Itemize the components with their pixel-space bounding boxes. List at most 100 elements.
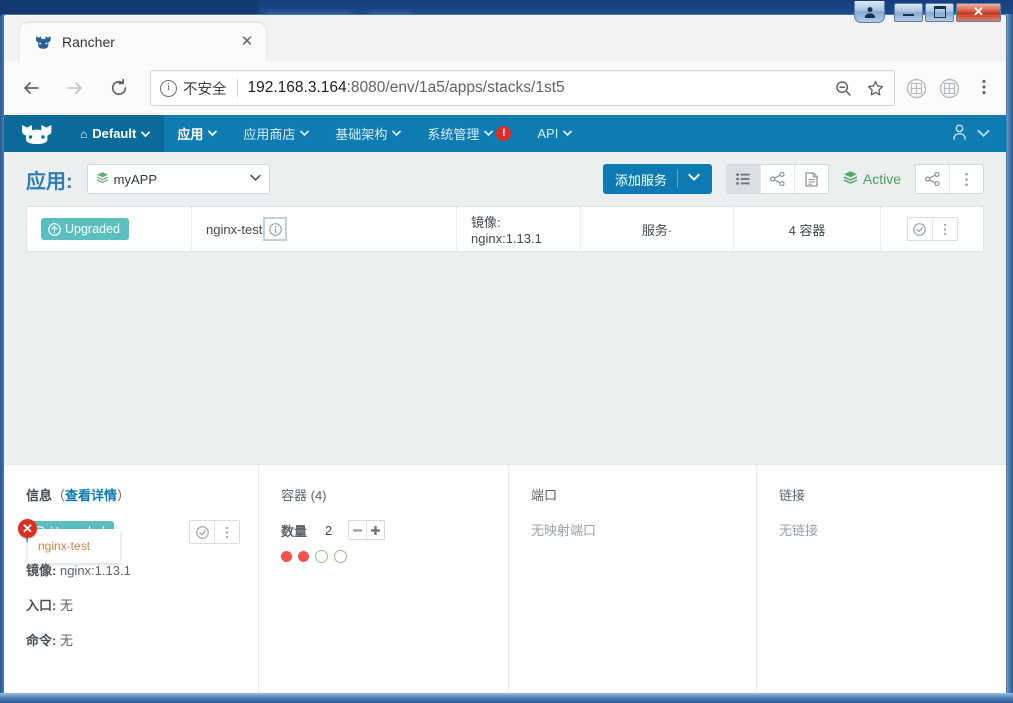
page-header: 应用: myAPP 添加服务 Active (4, 152, 1006, 206)
navbar-spacer (585, 115, 944, 152)
error-tooltip-card: nginx-test (28, 529, 120, 563)
security-status[interactable]: i 不安全 (160, 78, 227, 99)
detail-column-links: 链接 无链接 (757, 465, 1006, 700)
nav-item-catalog[interactable]: 应用商店 (230, 115, 322, 152)
omnibox-divider (236, 79, 238, 97)
detail-links-value: 无链接 (779, 523, 819, 538)
scale-up-button[interactable] (366, 521, 384, 539)
container-health-dots (281, 550, 490, 563)
environment-switcher[interactable]: ⌂ Default (70, 115, 165, 152)
scale-row: 数量 2 (281, 520, 490, 540)
stack-select[interactable]: myAPP (86, 164, 270, 194)
close-circle-icon[interactable]: ✕ (18, 519, 37, 538)
add-service-label: 添加服务 (614, 172, 667, 188)
forward-button[interactable] (58, 71, 92, 105)
user-menu[interactable] (944, 115, 1006, 152)
window-titlebar: ✕ (3, 0, 1005, 23)
detail-column-ports: 端口 无映射端口 (509, 465, 757, 700)
add-service-button[interactable]: 添加服务 (602, 164, 712, 194)
cell-name: nginx-test (192, 207, 457, 251)
nav-item-label: 系统管理 (427, 127, 480, 142)
container-dot (315, 550, 328, 563)
chevron-down-icon (484, 129, 494, 139)
browser-menu-icon[interactable] (971, 78, 997, 99)
graph-view-button[interactable] (761, 165, 795, 193)
table-row[interactable]: Upgraded nginx-test 镜像: nginx:1.13.1 服务·… (26, 206, 984, 252)
detail-links-heading: 链接 (779, 488, 806, 503)
nav-item-infrastructure[interactable]: 基础架构 (322, 115, 414, 152)
scale-down-button[interactable] (349, 521, 366, 539)
detail-ports-value: 无映射端口 (531, 523, 597, 538)
detail-ports-heading: 端口 (531, 488, 558, 503)
paren-open: （ (52, 488, 66, 503)
chevron-down-icon (208, 129, 218, 139)
info-circle-icon[interactable] (263, 217, 288, 241)
detail-column-containers: 容器 (4) 数量 2 (259, 465, 509, 700)
container-dot (298, 551, 309, 562)
search-minus-icon[interactable] (830, 75, 856, 101)
home-icon: ⌂ (80, 126, 88, 141)
detail-command-key: 命令: (26, 633, 57, 648)
browser-window: Rancher ✕ i 不安全 192.168.3.164:8080/env/1… (0, 0, 1013, 703)
service-detail-panel: 信息（查看详情） Upgraded (4, 464, 1006, 700)
service-table-wrap: Upgraded nginx-test 镜像: nginx:1.13.1 服务·… (4, 206, 1006, 252)
stack-layers-icon (843, 170, 858, 188)
detail-column-info: 信息（查看详情） Upgraded (4, 465, 259, 700)
detail-command-value: 无 (59, 633, 73, 648)
star-icon[interactable] (862, 75, 888, 101)
nav-item-label: 基础架构 (335, 127, 388, 142)
nav-item-label: 应用商店 (243, 127, 296, 142)
user-avatar-icon (952, 124, 967, 143)
nav-item-applications[interactable]: 应用 (164, 115, 230, 152)
status-badge-label: Upgraded (65, 222, 120, 236)
detail-info-heading: 信息（查看详情） (26, 485, 240, 504)
nav-item-label: API (537, 126, 559, 141)
row-check-button[interactable] (908, 218, 933, 240)
security-label: 不安全 (183, 81, 227, 98)
user-account-button[interactable] (854, 1, 885, 23)
minimize-button[interactable] (894, 2, 923, 22)
url-path: :8080/env/1a5/apps/stacks/1st5 (346, 79, 565, 96)
chevron-down-icon (141, 126, 151, 141)
url-text: 192.168.3.164:8080/env/1a5/apps/stacks/1… (248, 79, 831, 97)
view-details-link[interactable]: 查看详情 (65, 488, 117, 503)
close-button[interactable]: ✕ (956, 2, 1001, 22)
view-switcher (725, 164, 829, 194)
detail-action-group (189, 520, 240, 544)
detail-command: 命令: 无 (26, 630, 240, 649)
stack-menu-button[interactable] (950, 165, 983, 193)
stack-state-label: Active (862, 171, 901, 187)
row-action-group (906, 217, 958, 241)
extension-icon-1[interactable] (904, 76, 928, 100)
error-tooltip-label: nginx-test (38, 539, 91, 553)
back-button[interactable] (14, 71, 48, 105)
paren-close: ） (117, 488, 131, 503)
close-icon: ✕ (973, 4, 984, 19)
document-view-button[interactable] (795, 165, 828, 193)
detail-entrypoint-value: 无 (59, 598, 73, 613)
nav-item-api[interactable]: API (524, 115, 585, 152)
rancher-cow-logo[interactable] (4, 115, 70, 152)
list-view-button[interactable] (726, 165, 761, 193)
cell-image: 镜像: nginx:1.13.1 (457, 207, 581, 251)
chevron-down-icon (250, 174, 261, 185)
status-badge: ! (496, 126, 512, 141)
nav-item-admin[interactable]: 系统管理 ! (414, 115, 524, 152)
chevron-down-icon (563, 129, 573, 139)
detail-check-button[interactable] (190, 521, 215, 543)
extension-icon-2[interactable] (937, 76, 961, 100)
maximize-button[interactable] (925, 2, 954, 22)
detail-menu-button[interactable] (215, 521, 239, 543)
minimize-icon (903, 13, 914, 16)
browser-tab-rancher[interactable]: Rancher ✕ (20, 23, 266, 61)
nav-item-label: 应用 (177, 127, 204, 142)
rancher-cow-icon (34, 33, 52, 51)
reload-button[interactable] (102, 71, 136, 105)
stack-share-button[interactable] (916, 165, 950, 193)
address-bar[interactable]: i 不安全 192.168.3.164:8080/env/1a5/apps/st… (150, 70, 895, 106)
row-menu-button[interactable] (933, 218, 957, 240)
service-name-link[interactable]: nginx-test (206, 222, 262, 237)
window-bottom-border (0, 693, 1013, 703)
chevron-down-icon (392, 129, 402, 139)
tab-close-icon[interactable]: ✕ (236, 31, 258, 53)
